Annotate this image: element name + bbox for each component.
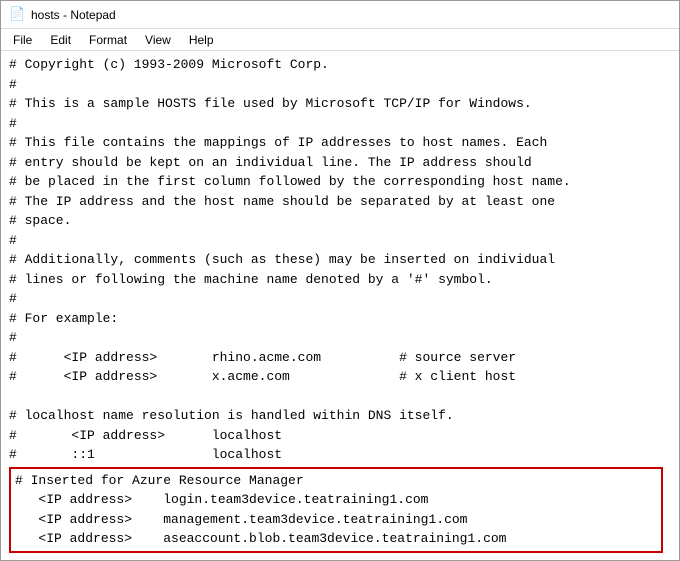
text-editor[interactable]: # Copyright (c) 1993-2009 Microsoft Corp… (1, 51, 679, 560)
menu-help[interactable]: Help (181, 31, 222, 49)
menu-format[interactable]: Format (81, 31, 135, 49)
app-icon: 📄 (9, 7, 25, 23)
highlighted-section: # Inserted for Azure Resource Manager <I… (9, 467, 663, 553)
menu-edit[interactable]: Edit (42, 31, 79, 49)
highlighted-line-1: # Inserted for Azure Resource Manager (15, 471, 657, 491)
menu-view[interactable]: View (137, 31, 179, 49)
window-title: hosts - Notepad (31, 8, 116, 22)
text-body: # Copyright (c) 1993-2009 Microsoft Corp… (9, 55, 671, 465)
notepad-window: 📄 hosts - Notepad File Edit Format View … (0, 0, 680, 561)
highlighted-line-2: <IP address> login.team3device.teatraini… (15, 490, 657, 510)
title-bar: 📄 hosts - Notepad (1, 1, 679, 29)
menu-bar: File Edit Format View Help (1, 29, 679, 51)
menu-file[interactable]: File (5, 31, 40, 49)
highlighted-line-3: <IP address> management.team3device.teat… (15, 510, 657, 530)
highlighted-line-4: <IP address> aseaccount.blob.team3device… (15, 529, 657, 549)
